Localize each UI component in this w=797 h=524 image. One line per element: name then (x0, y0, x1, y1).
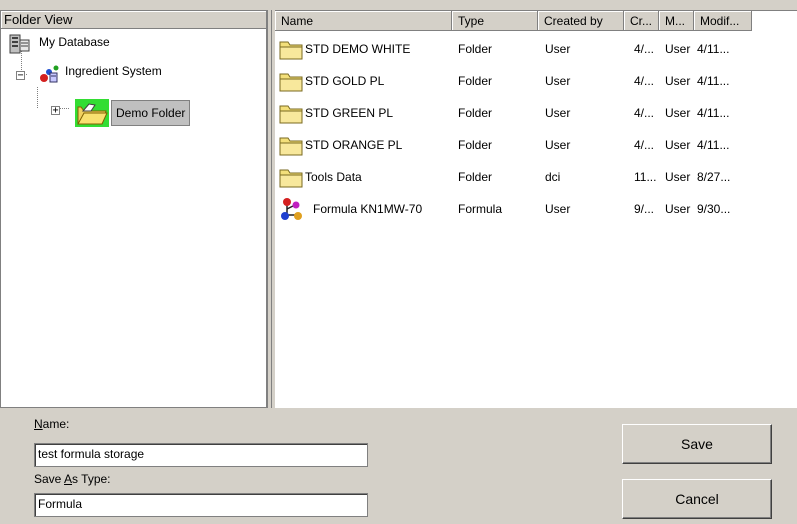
tree-node-demo-folder[interactable]: + Demo Folder (43, 99, 263, 127)
save-button[interactable]: Save (622, 424, 772, 464)
pane-splitter[interactable] (267, 10, 275, 408)
expand-icon[interactable]: + (51, 106, 60, 116)
cell-modified: 9/30... (697, 202, 731, 216)
folder-icon (279, 102, 303, 127)
list-row[interactable]: STD ORANGE PL Folder User 4/... User 4/1… (275, 129, 797, 161)
cell-modified-by: User (665, 170, 691, 184)
cell-created: 11... (634, 170, 657, 184)
tree-node-ingredient-system[interactable]: − Ingredient System (15, 64, 265, 91)
cell-created: 9/... (634, 202, 655, 216)
cell-name: Formula KN1MW-70 (313, 202, 423, 216)
cell-name: STD GREEN PL (305, 106, 394, 120)
cell-created-by: dci (545, 170, 561, 184)
cell-modified: 4/11... (697, 74, 730, 88)
column-header-name[interactable]: Name (275, 11, 452, 31)
cell-created: 4/... (634, 42, 655, 56)
list-row[interactable]: STD GREEN PL Folder User 4/... User 4/11… (275, 97, 797, 129)
cell-name: STD ORANGE PL (305, 138, 403, 152)
cell-modified-by: User (665, 106, 691, 120)
file-list-pane[interactable]: Name Type Created by Cr... M... Modif...… (275, 10, 797, 408)
column-header-modified[interactable]: Modif... (694, 11, 752, 31)
cell-created: 4/... (634, 74, 655, 88)
cell-modified-by: User (665, 74, 691, 88)
cell-created-by: User (545, 202, 571, 216)
cell-created-by: User (545, 106, 571, 120)
column-header-modified-by[interactable]: M... (659, 11, 694, 31)
folder-icon (279, 38, 303, 63)
cell-modified: 4/11... (697, 106, 730, 120)
list-row[interactable]: Formula KN1MW-70 Formula User 9/... User… (275, 193, 797, 225)
cell-modified-by: User (665, 202, 691, 216)
cancel-button[interactable]: Cancel (622, 479, 772, 519)
list-row[interactable]: Tools Data Folder dci 11... User 8/27... (275, 161, 797, 193)
folder-icon (279, 134, 303, 159)
save-as-type-label: Save As Type: (34, 472, 111, 486)
cell-created: 4/... (634, 106, 655, 120)
cell-name: STD GOLD PL (305, 74, 385, 88)
cell-modified: 4/11... (697, 138, 730, 152)
list-row[interactable]: STD GOLD PL Folder User 4/... User 4/11.… (275, 65, 797, 97)
cell-type: Formula (458, 202, 503, 216)
tree-node-my-database[interactable]: My Database (9, 33, 259, 55)
folder-view-header: Folder View (1, 11, 266, 29)
name-input[interactable]: test formula storage (34, 443, 368, 467)
cell-type: Folder (458, 74, 493, 88)
cell-created-by: User (545, 138, 571, 152)
tree-node-label: Ingredient System (65, 64, 162, 78)
cell-created: 4/... (634, 138, 655, 152)
folder-icon (279, 70, 303, 95)
ingredient-system-icon (39, 63, 61, 92)
save-as-type-field[interactable]: Formula (34, 493, 368, 517)
collapse-icon[interactable]: − (16, 71, 25, 81)
cell-type: Folder (458, 42, 493, 56)
column-header-created-by[interactable]: Created by (538, 11, 624, 31)
cell-type: Folder (458, 138, 493, 152)
cell-created-by: User (545, 42, 571, 56)
folder-tree-pane[interactable]: Folder View My Database − Ingredient Sys… (0, 10, 267, 408)
cell-name: STD DEMO WHITE (305, 42, 411, 56)
tree-node-label-selected: Demo Folder (111, 100, 191, 126)
cell-type: Folder (458, 106, 493, 120)
cell-modified: 4/11... (697, 42, 730, 56)
cell-type: Folder (458, 170, 493, 184)
column-header-type[interactable]: Type (452, 11, 538, 31)
tree-node-label: My Database (39, 35, 110, 49)
column-header-created[interactable]: Cr... (624, 11, 659, 31)
cell-name: Tools Data (305, 170, 362, 184)
cell-created-by: User (545, 74, 571, 88)
name-label: Name: (34, 417, 70, 431)
formula-molecule-icon (279, 197, 305, 224)
database-icon (9, 33, 31, 62)
list-row[interactable]: STD DEMO WHITE Folder User 4/... User 4/… (275, 33, 797, 65)
open-folder-icon (75, 99, 109, 134)
cell-modified-by: User (665, 138, 691, 152)
cell-modified: 8/27... (697, 170, 731, 184)
cell-modified-by: User (665, 42, 691, 56)
folder-icon (279, 166, 303, 191)
